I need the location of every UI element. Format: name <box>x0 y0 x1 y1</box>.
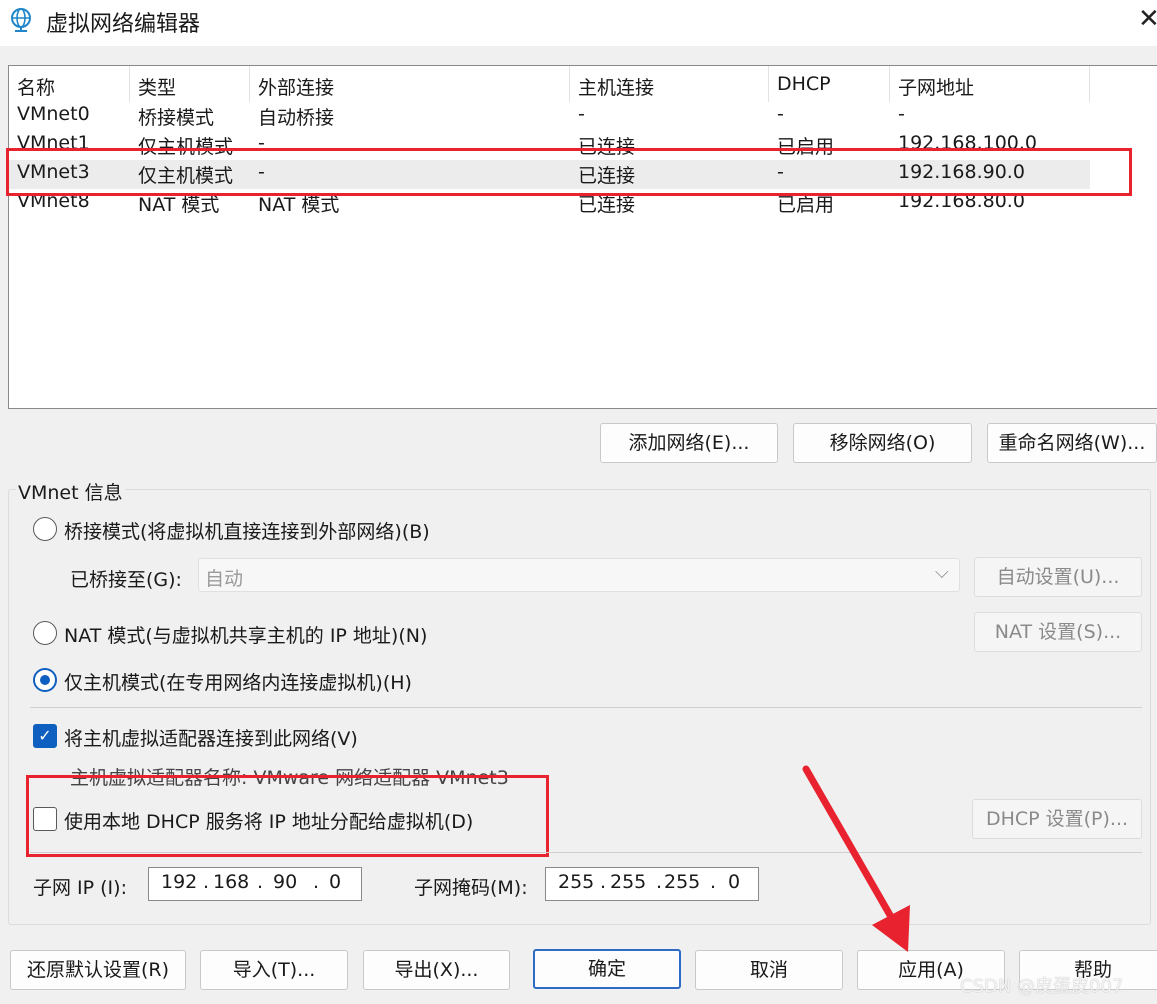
cell-type: 仅主机模式 <box>138 136 234 158</box>
host-only-mode-label: 仅主机模式(在专用网络内连接虚拟机)(H) <box>64 672 412 694</box>
table-row-selected[interactable]: VMnet3 仅主机模式 - 已连接 - 192.168.90.0 <box>9 160 1090 189</box>
cell-host: - <box>578 103 585 125</box>
dhcp-label: 使用本地 DHCP 服务将 IP 地址分配给虚拟机(D) <box>64 811 474 833</box>
column-header-name[interactable]: 名称 <box>9 66 130 102</box>
column-header-external[interactable]: 外部连接 <box>250 66 570 102</box>
table-row[interactable]: VMnet1 仅主机模式 - 已连接 已启用 192.168.100.0 <box>9 131 1090 160</box>
add-network-button[interactable]: 添加网络(E)... <box>600 423 778 463</box>
host-only-mode-radio[interactable] <box>33 668 57 692</box>
adapter-name-text: 主机虚拟适配器名称: VMware 网络适配器 VMnet3 <box>70 767 509 789</box>
export-button[interactable]: 导出(X)... <box>363 950 510 990</box>
window-title: 虚拟网络编辑器 <box>46 12 201 37</box>
column-header-host[interactable]: 主机连接 <box>570 66 769 102</box>
ip-octet: 168 <box>213 871 250 893</box>
cell-type: NAT 模式 <box>138 194 220 216</box>
cell-external: - <box>258 161 265 183</box>
table-row[interactable]: VMnet8 NAT 模式 NAT 模式 已连接 已启用 192.168.80.… <box>9 189 1090 218</box>
network-list[interactable]: 名称 类型 外部连接 主机连接 DHCP 子网地址 VMnet0 桥接模式 自动… <box>8 65 1157 409</box>
mask-octet: 255 <box>610 871 647 893</box>
mask-octet: 0 <box>728 871 741 893</box>
cell-host: 已连接 <box>578 136 636 158</box>
cell-external: NAT 模式 <box>258 194 340 216</box>
subnet-mask-label: 子网掩码(M): <box>414 877 528 899</box>
subnet-mask-input[interactable]: 255 . 255 . 255 . 0 <box>545 867 759 901</box>
ok-button[interactable]: 确定 <box>533 949 681 989</box>
connect-adapter-label: 将主机虚拟适配器连接到此网络(V) <box>64 728 358 750</box>
nat-mode-label: NAT 模式(与虚拟机共享主机的 IP 地址)(N) <box>64 625 428 647</box>
cell-dhcp: 已启用 <box>777 136 835 158</box>
cell-external: - <box>258 132 265 154</box>
cancel-button[interactable]: 取消 <box>695 950 843 990</box>
dhcp-checkbox[interactable] <box>33 807 57 831</box>
dhcp-settings-button[interactable]: DHCP 设置(P)... <box>972 799 1142 839</box>
list-header: 名称 类型 外部连接 主机连接 DHCP 子网地址 <box>9 66 1157 102</box>
mask-dot: . <box>600 871 607 893</box>
bridged-to-label: 已桥接至(G): <box>70 569 182 591</box>
connect-adapter-checkbox[interactable]: ✓ <box>33 724 57 748</box>
cell-name: VMnet0 <box>17 103 90 125</box>
bridged-mode-label: 桥接模式(将虚拟机直接连接到外部网络)(B) <box>64 521 430 543</box>
bridged-to-select[interactable]: 自动 ⌵ <box>198 558 960 592</box>
subnet-ip-input[interactable]: 192 . 168 . 90 . 0 <box>148 867 362 901</box>
mask-dot: . <box>656 871 663 893</box>
cell-host: 已连接 <box>578 194 636 216</box>
column-header-type[interactable]: 类型 <box>130 66 250 102</box>
import-button[interactable]: 导入(T)... <box>200 950 348 990</box>
restore-defaults-button[interactable]: 还原默认设置(R) <box>10 950 186 990</box>
nat-mode-radio[interactable] <box>33 621 57 645</box>
cell-subnet: - <box>898 103 905 125</box>
cell-external: 自动桥接 <box>258 107 335 129</box>
rename-network-button[interactable]: 重命名网络(W)... <box>987 423 1157 463</box>
cell-subnet: 192.168.100.0 <box>898 132 1038 154</box>
cell-type: 桥接模式 <box>138 107 215 129</box>
cell-dhcp: - <box>777 103 784 125</box>
cell-host: 已连接 <box>578 165 636 187</box>
cell-name: VMnet3 <box>17 161 90 183</box>
cell-type: 仅主机模式 <box>138 165 234 187</box>
ip-dot: . <box>203 871 210 893</box>
mask-octet: 255 <box>558 871 595 893</box>
mask-octet: 255 <box>664 871 701 893</box>
ip-octet: 90 <box>273 871 298 893</box>
cell-name: VMnet1 <box>17 132 90 154</box>
network-globe-icon <box>11 8 31 32</box>
close-icon[interactable]: ✕ <box>1138 4 1157 34</box>
bridged-to-value: 自动 <box>205 568 244 590</box>
cell-subnet: 192.168.80.0 <box>898 190 1025 212</box>
subnet-ip-label: 子网 IP (I): <box>33 877 127 899</box>
title-bar: 虚拟网络编辑器 ✕ <box>0 0 1157 46</box>
cell-dhcp: 已启用 <box>777 194 835 216</box>
chevron-down-icon: ⌵ <box>935 562 949 583</box>
cell-subnet: 192.168.90.0 <box>898 161 1025 183</box>
mask-dot: . <box>710 871 717 893</box>
separator <box>30 707 1142 708</box>
remove-network-button[interactable]: 移除网络(O) <box>793 423 972 463</box>
ip-octet: 192 <box>161 871 198 893</box>
group-label: VMnet 信息 <box>16 478 125 505</box>
cell-dhcp: - <box>777 161 784 183</box>
cell-name: VMnet8 <box>17 190 90 212</box>
watermark: CSDN @皮蛋皮007 <box>960 976 1124 997</box>
ip-dot: . <box>257 871 264 893</box>
separator <box>30 852 1142 853</box>
bridged-mode-radio[interactable] <box>33 517 57 541</box>
table-row[interactable]: VMnet0 桥接模式 自动桥接 - - - <box>9 102 1090 131</box>
ip-dot: . <box>313 871 320 893</box>
column-header-dhcp[interactable]: DHCP <box>769 66 890 102</box>
auto-settings-button[interactable]: 自动设置(U)... <box>974 557 1142 597</box>
ip-octet: 0 <box>329 871 342 893</box>
nat-settings-button[interactable]: NAT 设置(S)... <box>974 612 1142 652</box>
column-header-subnet[interactable]: 子网地址 <box>890 66 1090 102</box>
